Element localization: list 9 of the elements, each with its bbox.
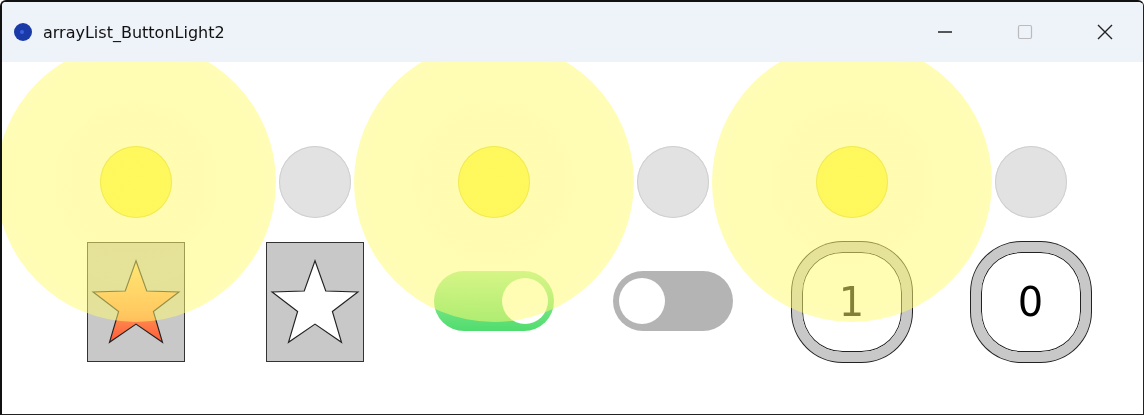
toggle-switch[interactable] [612,271,733,331]
counter-button[interactable]: 1 [791,242,912,362]
app-icon [13,22,33,42]
star-button[interactable] [86,242,185,362]
counter-button[interactable]: 0 [970,242,1091,362]
close-icon[interactable] [1097,24,1113,40]
window-title: arrayList_ButtonLight2 [43,22,226,42]
star-button[interactable] [265,242,364,362]
toggle-switch[interactable] [433,271,554,331]
